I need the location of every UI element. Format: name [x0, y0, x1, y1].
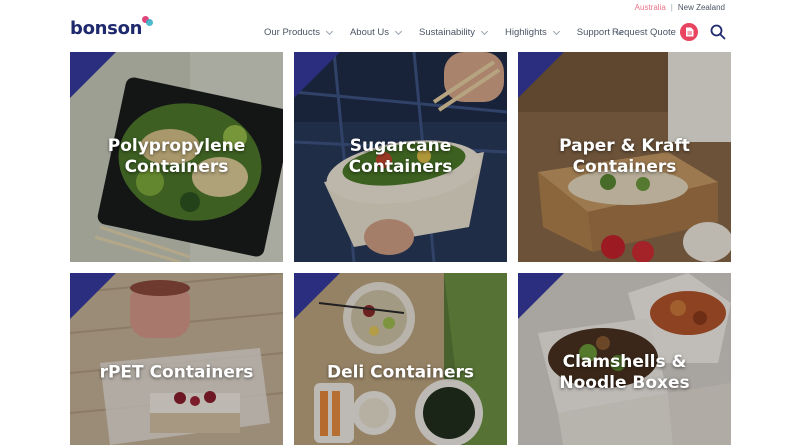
product-tile-paper-kraft[interactable]: Paper & Kraft Containers: [518, 52, 731, 262]
product-tile-deli[interactable]: Deli Containers: [294, 273, 507, 445]
region-switcher: Australia | New Zealand: [635, 3, 725, 12]
request-quote-button[interactable]: [680, 23, 698, 41]
chevron-down-icon: [325, 27, 334, 35]
region-new-zealand-link[interactable]: New Zealand: [678, 3, 725, 12]
search-icon[interactable]: [710, 24, 726, 40]
product-tile-clamshells-noodle-boxes[interactable]: Clamshells & Noodle Boxes: [518, 273, 731, 445]
nav-item-highlights[interactable]: Highlights: [505, 27, 560, 38]
tile-corner-accent: [70, 52, 116, 98]
main-nav: Our Products About Us Sustainability Hig…: [264, 27, 640, 38]
product-tile-title: Clamshells & Noodle Boxes: [559, 351, 690, 393]
nav-item-sustainability[interactable]: Sustainability: [419, 27, 489, 38]
nav-item-about-us[interactable]: About Us: [349, 27, 403, 38]
logo-text: bonson: [70, 18, 143, 39]
product-tile-rpet[interactable]: rPET Containers: [70, 273, 283, 445]
bonson-logo[interactable]: bonson: [70, 16, 154, 39]
chevron-down-icon: [395, 27, 403, 35]
site-header: Australia | New Zealand bonson Our Produ…: [0, 0, 800, 52]
product-tile-title: Deli Containers: [326, 362, 475, 383]
chevron-down-icon: [552, 27, 560, 35]
nav-item-label: Sustainability: [419, 27, 476, 38]
product-tile-title: Sugarcane Containers: [348, 136, 453, 177]
product-tile-title: rPET Containers: [99, 362, 254, 383]
nav-item-our-products[interactable]: Our Products: [264, 27, 334, 38]
tile-corner-accent: [294, 52, 340, 98]
product-tile-polypropylene[interactable]: Polypropylene Containers: [70, 52, 283, 262]
product-tile-title: Paper & Kraft Containers: [559, 136, 690, 177]
nav-item-label: About Us: [349, 27, 390, 38]
product-tile-sugarcane[interactable]: Sugarcane Containers: [294, 52, 507, 262]
tile-corner-accent: [70, 273, 116, 319]
document-icon: [685, 27, 693, 37]
tile-corner-accent: [518, 52, 564, 98]
nav-item-label: Support: [576, 27, 611, 38]
chevron-down-icon: [480, 27, 489, 35]
tile-corner-accent: [294, 273, 340, 319]
nav-item-label: Highlights: [505, 27, 547, 38]
nav-item-label: Our Products: [264, 27, 320, 38]
logo-mark-icon: [142, 16, 154, 28]
region-separator: |: [670, 3, 673, 12]
tile-corner-accent: [518, 273, 564, 319]
region-australia-link[interactable]: Australia: [635, 3, 666, 12]
request-quote-link[interactable]: Request Quote: [612, 27, 676, 38]
product-tile-title: Polypropylene Containers: [107, 136, 246, 177]
